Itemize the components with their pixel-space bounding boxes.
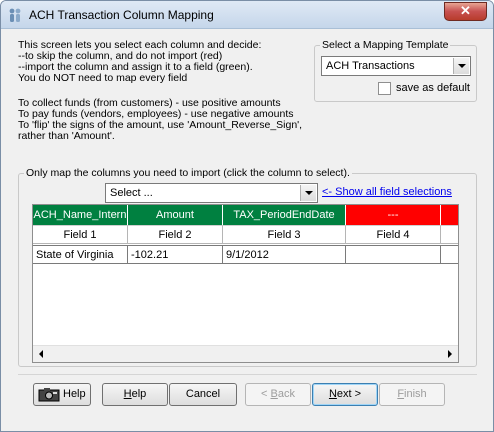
- field-name-row: Field 1 Field 2 Field 3 Field 4: [33, 225, 458, 245]
- instruction-line: You do NOT need to map every field: [18, 72, 188, 84]
- table-cell[interactable]: [441, 245, 458, 264]
- help-label: elp: [131, 388, 147, 400]
- field-label[interactable]: Field 1: [33, 225, 128, 244]
- table-cell[interactable]: [346, 245, 441, 264]
- back-prefix: <: [261, 388, 271, 400]
- field-label[interactable]: Field 2: [128, 225, 223, 244]
- chevron-down-icon[interactable]: [300, 185, 316, 201]
- cancel-button[interactable]: Cancel: [169, 383, 237, 406]
- cancel-label: Cancel: [185, 388, 221, 400]
- show-all-fields-link[interactable]: <- Show all field selections: [322, 186, 452, 198]
- people-icon: [9, 8, 21, 22]
- help-button[interactable]: Help: [102, 383, 168, 406]
- field-select-value: Select ...: [110, 187, 153, 199]
- table-cell[interactable]: 9/1/2012: [223, 245, 346, 264]
- horizontal-scrollbar[interactable]: [33, 345, 458, 362]
- camera-icon: [38, 388, 60, 402]
- field-select[interactable]: Select ...: [105, 183, 318, 203]
- column-mapping-grid[interactable]: ACH_Name_Intern Amount TAX_PeriodEndDate…: [32, 204, 459, 363]
- back-accel: B: [270, 388, 278, 400]
- help-accel: H: [123, 388, 132, 400]
- instruction-line: rather than 'Amount'.: [18, 130, 115, 142]
- save-default-label: save as default: [396, 82, 470, 94]
- column-assignment[interactable]: TAX_PeriodEndDate: [223, 205, 346, 225]
- column-assignment[interactable]: ACH_Name_Intern: [33, 205, 128, 225]
- finish-button[interactable]: Finish: [379, 383, 445, 406]
- mapping-dialog: ACH Transaction Column Mapping ✕ This sc…: [0, 0, 494, 432]
- template-select-value: ACH Transactions: [326, 60, 415, 72]
- table-cell[interactable]: -102.21: [128, 245, 223, 264]
- scroll-right-icon[interactable]: [441, 346, 458, 362]
- close-icon: ✕: [460, 3, 471, 18]
- field-label[interactable]: [441, 225, 458, 244]
- next-accel: N: [328, 388, 337, 400]
- title-bar[interactable]: ACH Transaction Column Mapping ✕: [1, 1, 493, 29]
- back-label: ack: [277, 388, 295, 400]
- field-label[interactable]: Field 4: [346, 225, 441, 244]
- back-button[interactable]: < Back: [245, 383, 311, 406]
- finish-label: inish: [404, 388, 427, 400]
- template-select[interactable]: ACH Transactions: [321, 56, 471, 76]
- save-default-checkbox[interactable]: [378, 82, 391, 95]
- divider: [18, 374, 477, 375]
- field-label[interactable]: Field 3: [223, 225, 346, 244]
- column-assignment[interactable]: [441, 205, 458, 225]
- chevron-down-icon[interactable]: [453, 58, 469, 74]
- assignment-row: ACH_Name_Intern Amount TAX_PeriodEndDate…: [33, 205, 458, 225]
- next-button[interactable]: Next >: [312, 383, 378, 406]
- table-row: State of Virginia -102.21 9/1/2012: [33, 245, 458, 265]
- scroll-thumb[interactable]: [51, 347, 439, 361]
- column-assignment[interactable]: Amount: [128, 205, 223, 225]
- template-group-title: Select a Mapping Template: [320, 39, 451, 51]
- help-icon-button[interactable]: Help: [33, 383, 91, 406]
- column-assignment[interactable]: ---: [346, 205, 441, 225]
- table-cell[interactable]: State of Virginia: [33, 245, 128, 264]
- close-button[interactable]: ✕: [444, 2, 487, 21]
- mapping-group-title: Only map the columns you need to import …: [24, 167, 352, 179]
- help-icon-button-label: Help: [63, 388, 86, 400]
- window-title: ACH Transaction Column Mapping: [29, 8, 214, 22]
- scroll-left-icon[interactable]: [33, 346, 50, 362]
- template-group: Select a Mapping Template ACH Transactio…: [314, 39, 477, 102]
- next-label: ext >: [336, 388, 362, 400]
